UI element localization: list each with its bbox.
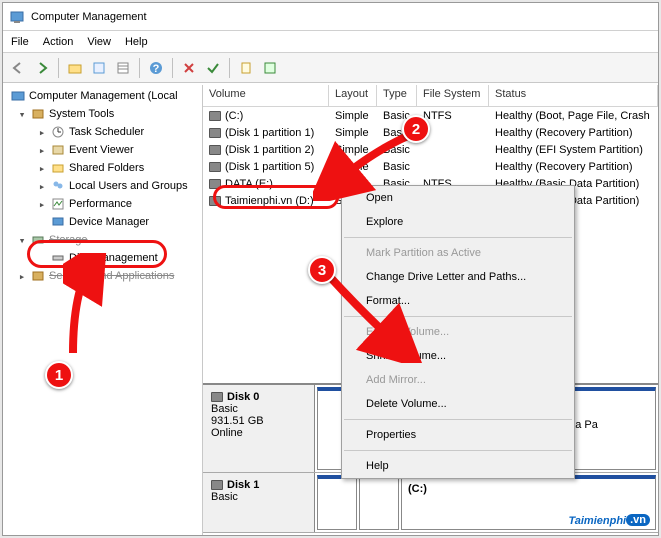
tree-device-manager[interactable]: Device Manager bbox=[3, 213, 202, 231]
drive-icon bbox=[209, 111, 221, 121]
col-type[interactable]: Type bbox=[377, 85, 417, 106]
window-title: Computer Management bbox=[31, 11, 147, 23]
menu-view[interactable]: View bbox=[87, 36, 111, 48]
step-badge-1: 1 bbox=[45, 361, 73, 389]
menu-shrink[interactable]: Shrink Volume... bbox=[342, 344, 574, 368]
menu-format[interactable]: Format... bbox=[342, 289, 574, 313]
tree-task-scheduler[interactable]: ▸Task Scheduler bbox=[3, 123, 202, 141]
tree-shared-folders[interactable]: ▸Shared Folders bbox=[3, 159, 202, 177]
volume-list-header: Volume Layout Type File System Status bbox=[203, 85, 658, 107]
drive-icon bbox=[209, 162, 221, 172]
settings-icon[interactable] bbox=[259, 57, 281, 79]
folder-icon[interactable] bbox=[64, 57, 86, 79]
navigation-tree[interactable]: Computer Management (Local ▾System Tools… bbox=[3, 85, 203, 535]
menu-add-mirror: Add Mirror... bbox=[342, 368, 574, 392]
main-panel: Volume Layout Type File System Status (C… bbox=[203, 85, 658, 535]
tree-event-viewer[interactable]: ▸Event Viewer bbox=[3, 141, 202, 159]
drive-icon bbox=[209, 128, 221, 138]
drive-icon bbox=[209, 145, 221, 155]
col-filesystem[interactable]: File System bbox=[417, 85, 489, 106]
tree-storage[interactable]: ▾Storage bbox=[3, 231, 202, 249]
list-icon[interactable] bbox=[112, 57, 134, 79]
drive-icon bbox=[209, 179, 221, 189]
tree-performance[interactable]: ▸Performance bbox=[3, 195, 202, 213]
drive-icon bbox=[209, 196, 221, 206]
step-badge-2: 2 bbox=[402, 115, 430, 143]
titlebar: Computer Management bbox=[3, 3, 658, 31]
forward-button[interactable] bbox=[31, 57, 53, 79]
properties-icon[interactable] bbox=[88, 57, 110, 79]
tree-root[interactable]: Computer Management (Local bbox=[3, 87, 202, 105]
volume-row[interactable]: (Disk 1 partition 2)SimpleBasicHealthy (… bbox=[203, 141, 658, 158]
tree-local-users[interactable]: ▸Local Users and Groups bbox=[3, 177, 202, 195]
col-status[interactable]: Status bbox=[489, 85, 658, 106]
partition[interactable] bbox=[359, 475, 399, 530]
tree-services[interactable]: ▸Services and Applications bbox=[3, 267, 202, 285]
partition[interactable] bbox=[317, 475, 357, 530]
disk0-header[interactable]: Disk 0 Basic 931.51 GB Online bbox=[203, 385, 315, 472]
back-button[interactable] bbox=[7, 57, 29, 79]
menu-open[interactable]: Open bbox=[342, 186, 574, 210]
menu-delete[interactable]: Delete Volume... bbox=[342, 392, 574, 416]
app-icon bbox=[9, 9, 25, 25]
step-badge-3: 3 bbox=[308, 256, 336, 284]
col-volume[interactable]: Volume bbox=[203, 85, 329, 106]
new-icon[interactable] bbox=[235, 57, 257, 79]
menu-help[interactable]: Help bbox=[125, 36, 148, 48]
menu-explore[interactable]: Explore bbox=[342, 210, 574, 234]
menu-properties[interactable]: Properties bbox=[342, 423, 574, 447]
volume-row[interactable]: (Disk 1 partition 5)SimpleBasicHealthy (… bbox=[203, 158, 658, 175]
computer-management-window: Computer Management File Action View Hel… bbox=[2, 2, 659, 536]
menu-action[interactable]: Action bbox=[43, 36, 74, 48]
tree-system-tools[interactable]: ▾System Tools bbox=[3, 105, 202, 123]
disk1-header[interactable]: Disk 1 Basic bbox=[203, 473, 315, 532]
help-icon[interactable]: ? bbox=[145, 57, 167, 79]
watermark: Taimienphi.vn bbox=[568, 511, 650, 529]
menu-extend: Extend Volume... bbox=[342, 320, 574, 344]
cancel-icon[interactable] bbox=[178, 57, 200, 79]
svg-text:?: ? bbox=[153, 63, 160, 75]
menu-file[interactable]: File bbox=[11, 36, 29, 48]
volume-row[interactable]: (C:)SimpleBasicNTFSHealthy (Boot, Page F… bbox=[203, 107, 658, 124]
menu-mark-active: Mark Partition as Active bbox=[342, 241, 574, 265]
context-menu: Open Explore Mark Partition as Active Ch… bbox=[341, 185, 575, 479]
menu-help[interactable]: Help bbox=[342, 454, 574, 478]
check-icon[interactable] bbox=[202, 57, 224, 79]
toolbar: ? bbox=[3, 53, 658, 83]
menu-change-letter[interactable]: Change Drive Letter and Paths... bbox=[342, 265, 574, 289]
col-layout[interactable]: Layout bbox=[329, 85, 377, 106]
menubar: File Action View Help bbox=[3, 31, 658, 53]
tree-disk-management[interactable]: Disk Management bbox=[3, 249, 202, 267]
volume-row[interactable]: (Disk 1 partition 1)SimpleBasicHealthy (… bbox=[203, 124, 658, 141]
